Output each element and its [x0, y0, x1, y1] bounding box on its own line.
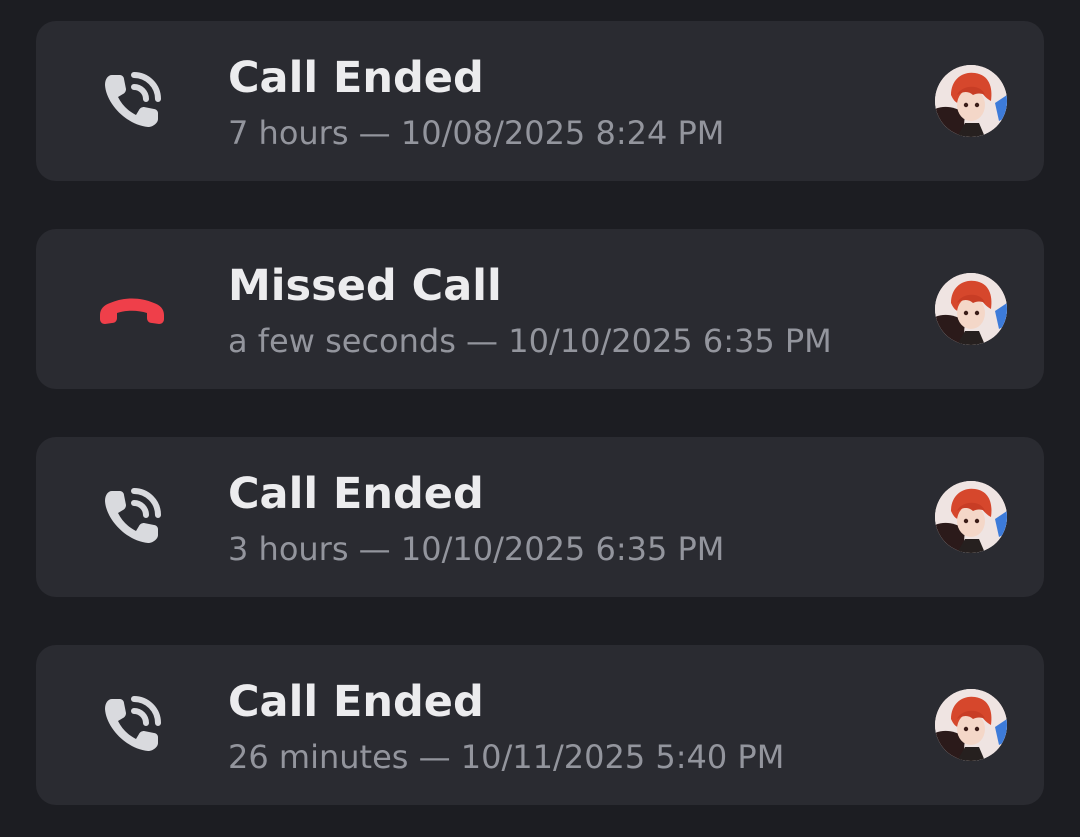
avatar[interactable]	[935, 273, 1007, 345]
call-entry[interactable]: Missed Call a few seconds — 10/10/2025 6…	[36, 229, 1044, 389]
call-history-list: Call Ended 7 hours — 10/08/2025 8:24 PM	[0, 0, 1080, 837]
call-status-title: Call Ended	[228, 469, 484, 519]
call-duration: 3 hours	[228, 530, 349, 568]
separator: —	[358, 530, 391, 568]
call-datetime: 10/11/2025 5:40 PM	[460, 738, 785, 776]
call-duration: 26 minutes	[228, 738, 409, 776]
call-duration: 7 hours	[228, 114, 349, 152]
call-duration: a few seconds	[228, 322, 456, 360]
call-meta: 26 minutes — 10/11/2025 5:40 PM	[228, 737, 784, 777]
call-status-title: Call Ended	[228, 53, 484, 103]
call-meta: a few seconds — 10/10/2025 6:35 PM	[228, 321, 832, 361]
phone-call-icon	[98, 691, 166, 759]
call-entry[interactable]: Call Ended 3 hours — 10/10/2025 6:35 PM	[36, 437, 1044, 597]
call-entry[interactable]: Call Ended 26 minutes — 10/11/2025 5:40 …	[36, 645, 1044, 805]
missed-call-icon	[98, 275, 166, 343]
separator: —	[466, 322, 499, 360]
call-datetime: 10/10/2025 6:35 PM	[400, 530, 725, 568]
avatar[interactable]	[935, 65, 1007, 137]
separator: —	[358, 114, 391, 152]
call-status-title: Missed Call	[228, 261, 502, 311]
call-datetime: 10/10/2025 6:35 PM	[508, 322, 832, 360]
avatar[interactable]	[935, 481, 1007, 553]
call-meta: 7 hours — 10/08/2025 8:24 PM	[228, 113, 724, 153]
call-datetime: 10/08/2025 8:24 PM	[400, 114, 725, 152]
phone-call-icon	[98, 67, 166, 135]
separator: —	[418, 738, 451, 776]
call-entry[interactable]: Call Ended 7 hours — 10/08/2025 8:24 PM	[36, 21, 1044, 181]
call-meta: 3 hours — 10/10/2025 6:35 PM	[228, 529, 724, 569]
avatar[interactable]	[935, 689, 1007, 761]
phone-call-icon	[98, 483, 166, 551]
call-status-title: Call Ended	[228, 677, 484, 727]
